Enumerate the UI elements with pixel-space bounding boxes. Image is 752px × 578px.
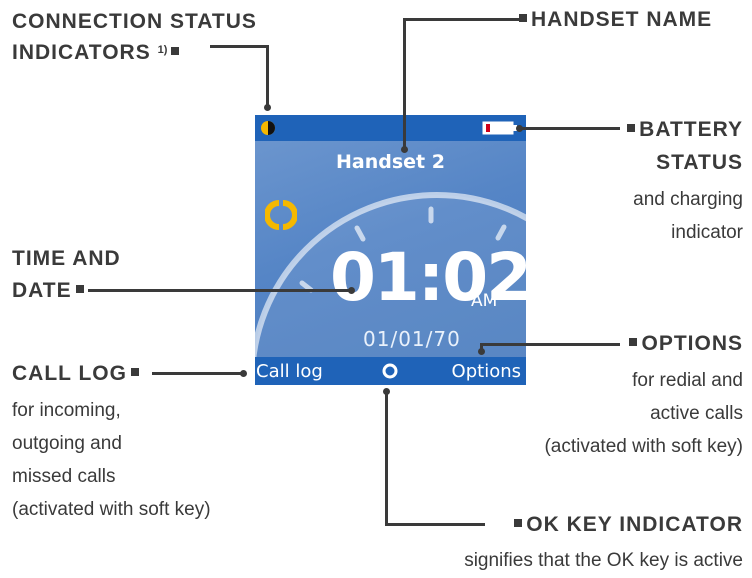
- calllog-leader-dot: [240, 370, 247, 377]
- label-call-log-text: CALL LOG: [12, 362, 127, 385]
- callout-square: [514, 519, 523, 528]
- callout-square: [75, 285, 84, 294]
- options-desc-line1: for redial and: [632, 370, 743, 391]
- status-bar: [255, 115, 526, 141]
- ringer-icon: [265, 200, 297, 230]
- call-log-desc-line1: for incoming,: [12, 400, 121, 421]
- softkey-options[interactable]: Options: [452, 361, 521, 382]
- battery-icon: [482, 121, 517, 135]
- options-leader-h: [480, 343, 620, 346]
- label-battery-line2: STATUS: [656, 151, 743, 174]
- call-log-desc-line4: (activated with soft key): [12, 499, 211, 520]
- options-desc-line2: active calls: [650, 403, 743, 424]
- callout-square: [627, 124, 636, 133]
- screen-date: 01/01/70: [363, 327, 461, 351]
- call-log-desc-line2: outgoing and: [12, 433, 122, 454]
- battery-leader-dot: [516, 125, 523, 132]
- battery-leader-h: [520, 127, 620, 130]
- footnote-marker: 1): [157, 44, 168, 56]
- connection-status-icon: [261, 121, 275, 135]
- ok-key-desc: signifies that the OK key is active: [464, 550, 743, 571]
- callout-square: [629, 338, 638, 347]
- label-connection-status-line1: CONNECTION STATUS: [12, 10, 257, 33]
- label-handset-name-text: HANDSET NAME: [531, 8, 713, 31]
- connection-leader-dot: [264, 104, 271, 111]
- ok-leader-h: [385, 523, 485, 526]
- ok-leader-v: [385, 390, 388, 526]
- battery-desc-line2: indicator: [671, 222, 743, 243]
- label-battery-line1: BATTERY: [623, 114, 743, 145]
- screen-handset-name: Handset 2: [336, 151, 445, 173]
- label-handset-name: HANDSET NAME: [515, 4, 712, 35]
- callout-square: [171, 47, 180, 56]
- label-options: OPTIONS: [625, 328, 743, 359]
- time-leader-h: [88, 289, 353, 292]
- options-leader-dot: [478, 348, 485, 355]
- callout-square: [519, 14, 527, 23]
- time-leader-dot: [348, 287, 355, 294]
- battery-desc-line1: and charging: [633, 189, 743, 210]
- handset-leader-dot: [401, 146, 408, 153]
- label-battery-text: BATTERY: [639, 118, 743, 141]
- connection-leader-h: [210, 45, 269, 48]
- ok-key-icon[interactable]: [381, 362, 399, 380]
- screen-ampm: AM: [471, 291, 498, 311]
- label-time-date-line1: TIME AND: [12, 247, 121, 270]
- label-connection-status-text: INDICATORS: [12, 41, 151, 64]
- calllog-leader-h: [152, 372, 244, 375]
- callout-square: [130, 368, 139, 377]
- label-ok-key: OK KEY INDICATOR: [510, 509, 743, 540]
- connection-leader-v: [266, 45, 269, 107]
- label-time-date-line2: DATE: [12, 275, 88, 306]
- label-time-date-text: DATE: [12, 279, 72, 302]
- label-call-log: CALL LOG: [12, 358, 143, 389]
- call-log-desc-line3: missed calls: [12, 466, 116, 487]
- softkey-call-log[interactable]: Call log: [256, 361, 323, 382]
- ok-leader-dot: [383, 388, 390, 395]
- label-ok-key-text: OK KEY INDICATOR: [526, 513, 743, 536]
- handset-leader-v: [403, 18, 406, 148]
- label-connection-status-line2: INDICATORS 1): [12, 37, 183, 68]
- label-options-text: OPTIONS: [641, 332, 743, 355]
- options-desc-line3: (activated with soft key): [544, 436, 743, 457]
- handset-leader-h: [403, 18, 521, 21]
